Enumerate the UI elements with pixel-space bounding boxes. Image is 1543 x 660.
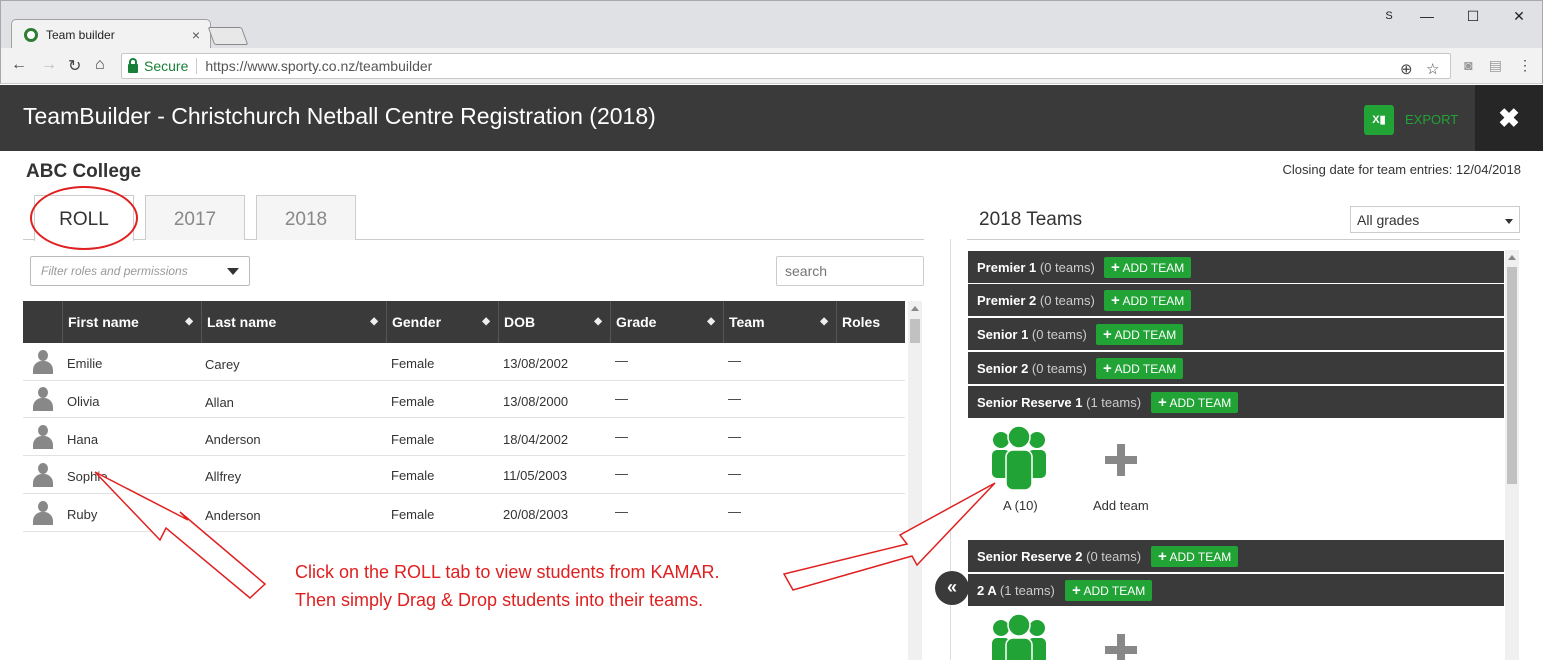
- grade-row-senior-2: Senior 2 (0 teams) + ADD TEAM: [968, 352, 1504, 384]
- sort-icon: ◆: [594, 316, 602, 327]
- lock-icon: [128, 57, 138, 73]
- grade-row-2a: 2 A (1 teams) + ADD TEAM: [968, 574, 1504, 606]
- team-group-icon[interactable]: [990, 426, 1048, 492]
- grade-row-premier-1: Premier 1 (0 teams) + ADD TEAM: [968, 251, 1504, 283]
- bookmark-star-icon[interactable]: ☆: [1426, 60, 1439, 78]
- zoom-icon[interactable]: ⊕: [1400, 60, 1413, 78]
- tab-2018[interactable]: 2018: [256, 195, 356, 240]
- column-gender[interactable]: Gender ◆: [386, 301, 498, 343]
- team-group-icon[interactable]: [990, 614, 1048, 660]
- table-row[interactable]: Hana Anderson Female 18/04/2002 — —: [23, 419, 905, 456]
- url-input[interactable]: Secure https://www.sporty.co.nz/teambuil…: [121, 53, 1451, 79]
- teams-heading: 2018 Teams: [979, 209, 1083, 230]
- sort-icon: ◆: [370, 316, 378, 327]
- menu-kebab-icon[interactable]: ⋮: [1518, 57, 1532, 74]
- tab-2017[interactable]: 2017: [145, 195, 245, 240]
- maximize-icon[interactable]: ☐: [1450, 1, 1496, 31]
- column-team[interactable]: Team ◆: [723, 301, 836, 343]
- table-row[interactable]: Sophie Allfrey Female 11/05/2003 — —: [23, 457, 905, 494]
- search-input[interactable]: [776, 256, 924, 286]
- closing-date: Closing date for team entries: 12/04/201…: [1282, 162, 1521, 177]
- table-scrollbar[interactable]: [908, 301, 922, 660]
- minimize-icon[interactable]: —: [1404, 1, 1450, 31]
- secure-label: Secure: [144, 58, 189, 74]
- teams-scrollbar[interactable]: [1505, 250, 1519, 660]
- person-icon[interactable]: [33, 463, 53, 487]
- grade-row-senior-1: Senior 1 (0 teams) + ADD TEAM: [968, 318, 1504, 350]
- add-team-button[interactable]: + ADD TEAM: [1104, 290, 1192, 311]
- grade-row-premier-2: Premier 2 (0 teams) + ADD TEAM: [968, 284, 1504, 316]
- browser-tab[interactable]: Team builder ×: [11, 19, 211, 49]
- close-button[interactable]: ✖: [1475, 85, 1543, 151]
- roles-filter-select[interactable]: Filter roles and permissions: [30, 256, 250, 286]
- column-last-name[interactable]: Last name ◆: [201, 301, 386, 343]
- table-row[interactable]: Emilie Carey Female 13/08/2002 — —: [23, 344, 905, 381]
- grade-row-senior-reserve-2: Senior Reserve 2 (0 teams) + ADD TEAM: [968, 540, 1504, 572]
- site-favicon-icon: [24, 27, 38, 42]
- add-team-button[interactable]: + ADD TEAM: [1151, 392, 1239, 413]
- window-controls: S — ☐ ✕: [1374, 1, 1542, 31]
- table-row[interactable]: Ruby Anderson Female 20/08/2003 — —: [23, 495, 905, 532]
- column-grade[interactable]: Grade ◆: [610, 301, 723, 343]
- person-icon[interactable]: [33, 387, 53, 411]
- person-icon[interactable]: [33, 501, 53, 525]
- url-text: https://www.sporty.co.nz/teambuilder: [205, 58, 433, 74]
- sort-icon: ◆: [185, 316, 193, 327]
- add-team-plus-icon[interactable]: [1105, 634, 1137, 660]
- export-button[interactable]: EXPORT: [1405, 112, 1458, 127]
- add-team-button[interactable]: + ADD TEAM: [1104, 257, 1192, 278]
- sort-icon: ◆: [707, 316, 715, 327]
- add-team-button[interactable]: + ADD TEAM: [1096, 324, 1184, 345]
- close-window-icon[interactable]: ✕: [1496, 1, 1542, 31]
- add-team-button[interactable]: + ADD TEAM: [1096, 358, 1184, 379]
- team-tile-label[interactable]: A (10): [1003, 498, 1038, 513]
- add-team-plus-icon[interactable]: [1105, 444, 1137, 476]
- school-name: ABC College: [26, 161, 142, 182]
- close-tab-icon[interactable]: ×: [192, 27, 200, 43]
- reload-icon[interactable]: ↻: [68, 56, 81, 76]
- instruction-annotation: Click on the ROLL tab to view students f…: [295, 562, 720, 610]
- app-header: TeamBuilder - Christchurch Netball Centr…: [0, 85, 1543, 151]
- person-icon[interactable]: [33, 425, 53, 449]
- add-team-button[interactable]: + ADD TEAM: [1151, 546, 1239, 567]
- browser-tab-strip: Team builder × S — ☐ ✕: [0, 0, 1543, 49]
- profile-icon[interactable]: S: [1374, 1, 1404, 31]
- add-team-tile-label[interactable]: Add team: [1093, 498, 1149, 513]
- home-icon[interactable]: ⌂: [95, 56, 105, 74]
- roll-table-header: First name ◆ Last name ◆ Gender ◆ DOB ◆ Grad…: [23, 301, 905, 343]
- sort-icon: ◆: [820, 316, 828, 327]
- person-icon[interactable]: [33, 350, 53, 374]
- camera-extension-icon[interactable]: ◙: [1464, 57, 1472, 74]
- collapse-panel-button[interactable]: «: [935, 571, 969, 605]
- pdf-extension-icon[interactable]: ▤: [1489, 57, 1502, 74]
- back-icon[interactable]: ←: [11, 56, 27, 74]
- new-tab-button[interactable]: [207, 27, 249, 45]
- page-title: TeamBuilder - Christchurch Netball Centr…: [23, 103, 656, 129]
- chevron-down-icon: [227, 268, 239, 275]
- grade-row-senior-reserve-1: Senior Reserve 1 (1 teams) + ADD TEAM: [968, 386, 1504, 418]
- column-dob[interactable]: DOB ◆: [498, 301, 610, 343]
- excel-export-icon[interactable]: X▮: [1364, 105, 1394, 135]
- browser-tab-title: Team builder: [46, 27, 115, 42]
- add-team-button[interactable]: + ADD TEAM: [1065, 580, 1153, 601]
- address-bar: ← → ↻ ⌂ Secure https://www.sporty.co.nz/…: [0, 48, 1543, 84]
- sort-icon: ◆: [482, 316, 490, 327]
- forward-icon[interactable]: →: [41, 56, 57, 74]
- column-roles[interactable]: Roles: [836, 301, 905, 343]
- chevron-down-icon: [1505, 219, 1513, 224]
- roll-tab-highlight: [30, 186, 138, 250]
- grade-filter-select[interactable]: All grades: [1350, 206, 1520, 233]
- column-first-name[interactable]: First name ◆: [62, 301, 201, 343]
- table-row[interactable]: Olivia Allan Female 13/08/2000 — —: [23, 381, 905, 418]
